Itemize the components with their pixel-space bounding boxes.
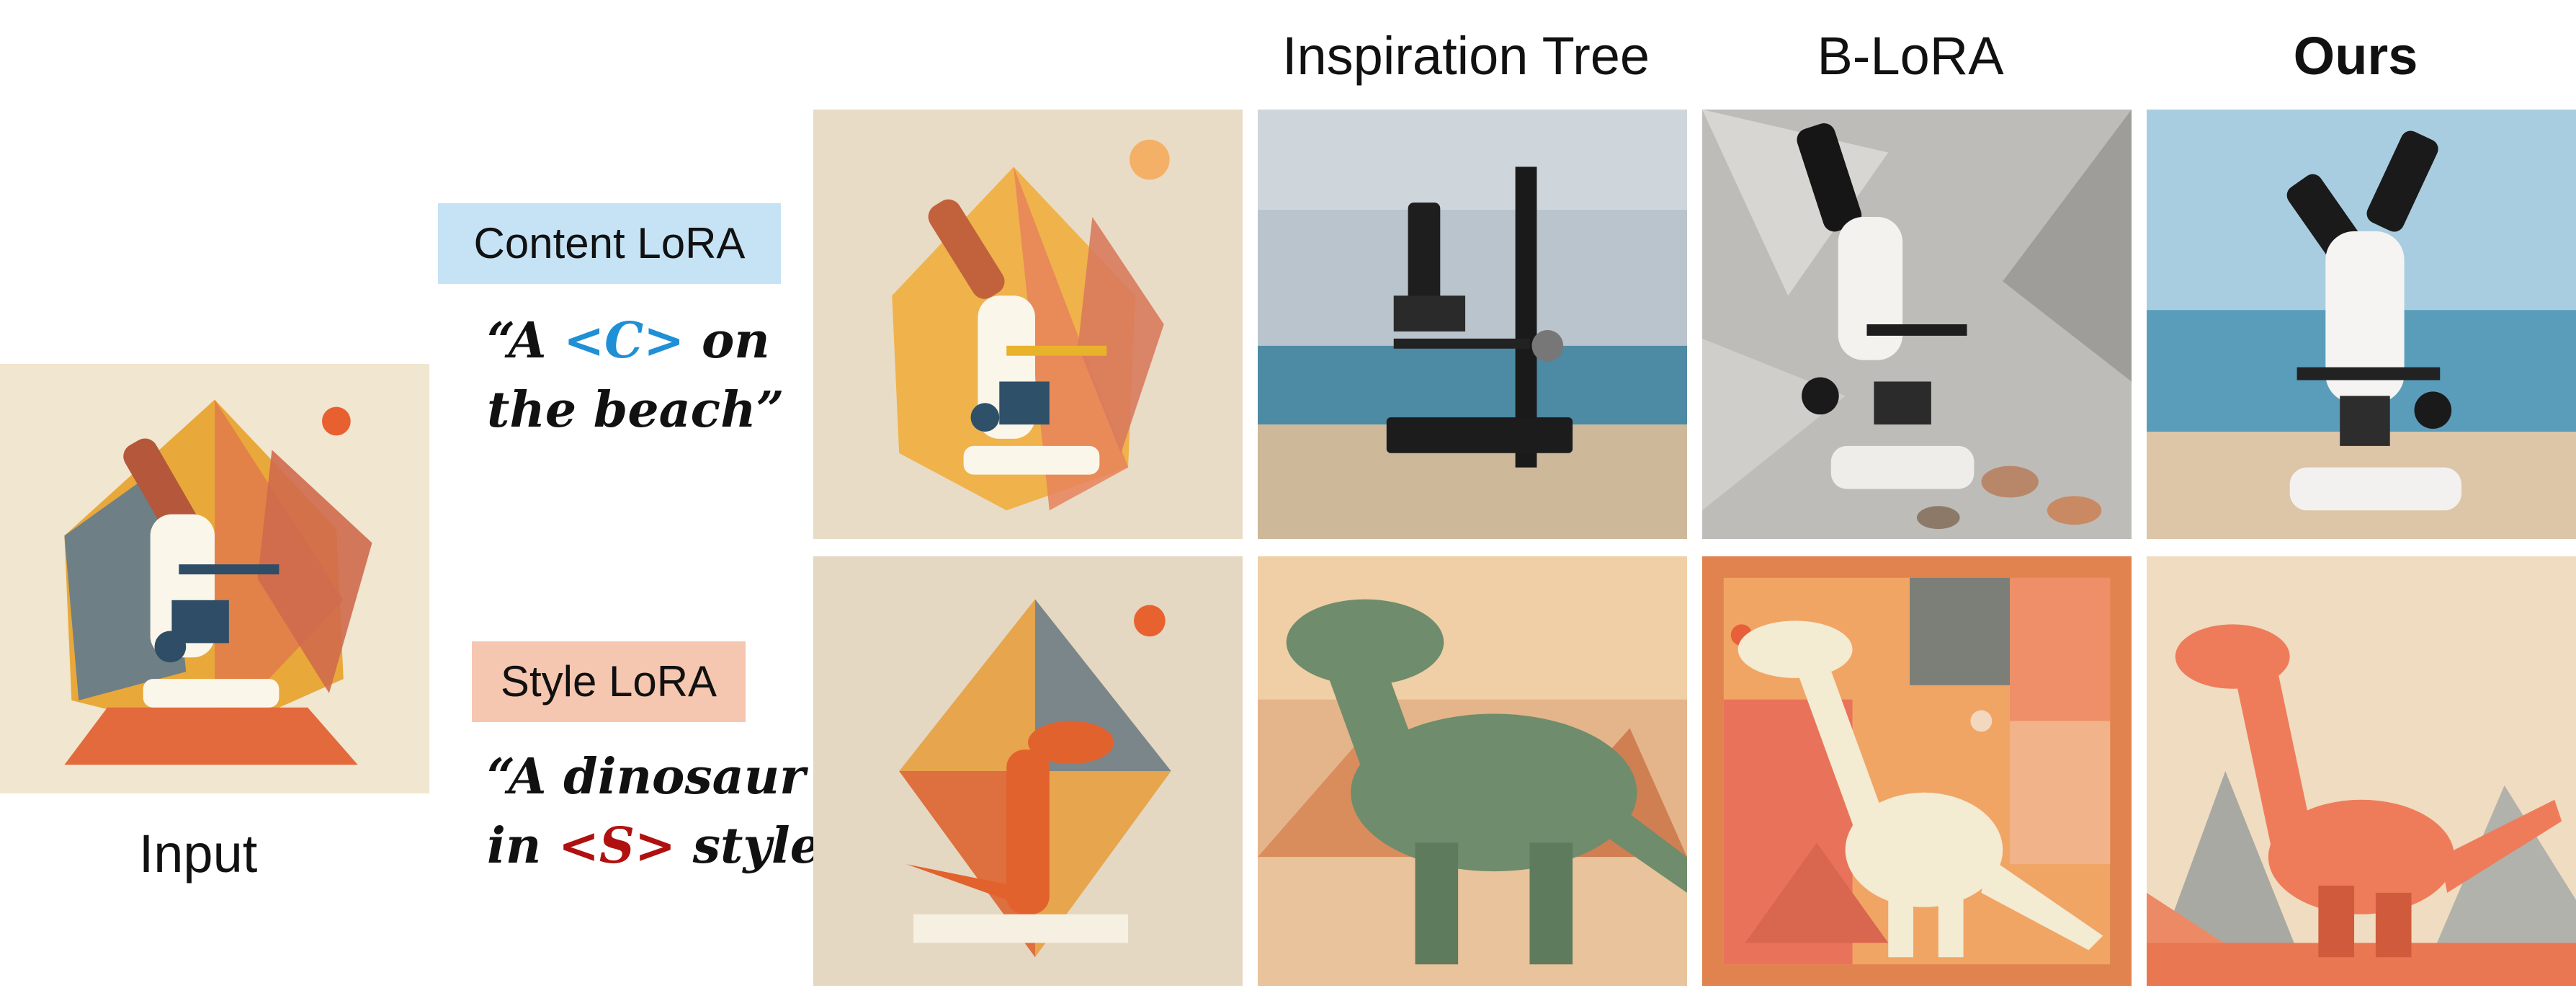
content-prompt: “A <C> on the beach”: [487, 306, 784, 445]
row1-ours-image: [2147, 110, 2576, 539]
white-microscope-beach-photo: [2147, 110, 2576, 539]
prompt-text: on: [684, 312, 770, 370]
cream-dinosaur-geometric: [1702, 556, 2132, 986]
green-dinosaur-desert: [1258, 556, 1687, 986]
microscope-illustration: [813, 110, 1243, 539]
row1-inspiration-tree-image: [1257, 110, 1688, 539]
content-lora-tag: Content LoRA: [438, 203, 781, 284]
row1-reference-image: [813, 110, 1243, 539]
content-token: <C>: [563, 312, 685, 370]
input-label: Input: [138, 824, 258, 884]
style-prompt-line1: “A dinosaur: [487, 748, 805, 806]
orange-dinosaur-mountains: [2147, 556, 2576, 986]
prompt-text: in: [487, 817, 558, 875]
style-prompt: “A dinosaur in <S> style”: [487, 742, 849, 881]
column-header-b-lora: B-LoRA: [1817, 26, 2004, 86]
input-microscope-illustration: [0, 364, 429, 793]
white-microscope-photo: [1702, 110, 2132, 539]
row2-reference-image: [813, 556, 1243, 986]
prompt-text: “A: [487, 312, 564, 370]
column-header-ours: Ours: [2293, 26, 2418, 86]
style-lora-tag: Style LoRA: [472, 641, 746, 722]
content-prompt-line2: the beach”: [487, 381, 784, 439]
column-header-inspiration-tree: Inspiration Tree: [1282, 26, 1650, 86]
input-image: [0, 364, 429, 793]
content-prompt-line1: “A <C> on: [487, 306, 784, 375]
microscope-beach-photo: [1258, 110, 1687, 539]
row2-b-lora-image: [1701, 556, 2132, 986]
style-token: <S>: [558, 817, 676, 875]
row2-ours-image: [2147, 556, 2576, 986]
dinosaur-illustration: [813, 556, 1243, 986]
style-prompt-line2: in <S> style”: [487, 811, 849, 881]
row1-b-lora-image: [1701, 110, 2132, 539]
row2-inspiration-tree-image: [1257, 556, 1688, 986]
figure: { "columns": { "inspiration_tree": "Insp…: [0, 0, 2576, 988]
